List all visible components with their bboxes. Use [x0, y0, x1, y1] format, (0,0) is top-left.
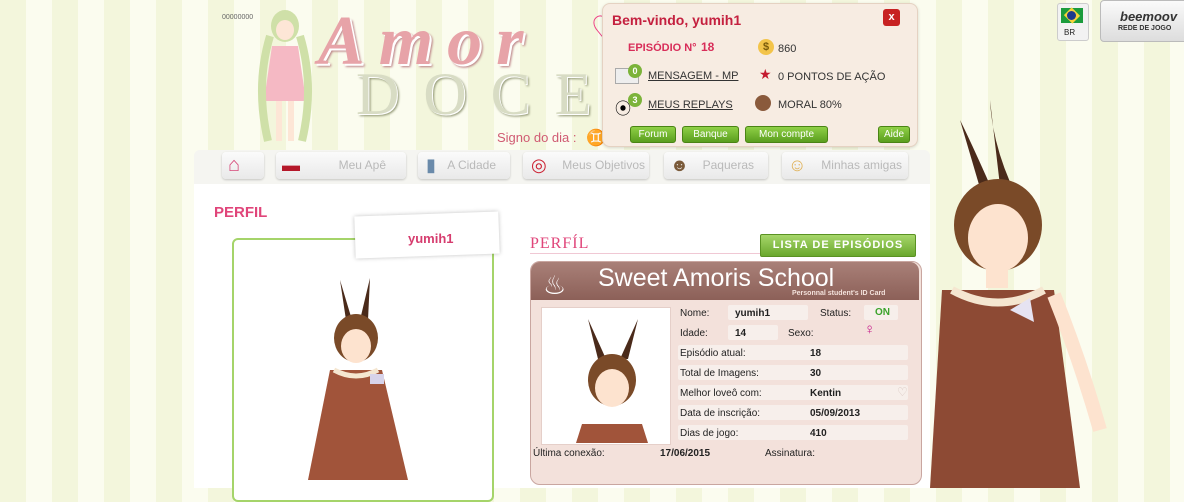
signup-label: Data de inscrição: — [680, 408, 761, 419]
images-label: Total de Imagens: — [680, 368, 759, 379]
sofa-icon: ▬ — [282, 155, 300, 175]
days-value: 410 — [810, 428, 827, 439]
beemoov-logo: beemoov — [1120, 9, 1178, 24]
status-value: ON — [875, 307, 890, 318]
logo-doce[interactable]: DOCE — [356, 60, 615, 129]
section-title: PERFÍL — [530, 235, 590, 252]
love-value: Kentin — [810, 388, 842, 399]
signature-label: Assinatura: — [765, 448, 816, 459]
username-label: yumih1 — [408, 231, 454, 246]
female-icon: ♀ — [864, 321, 876, 338]
page-title: PERFIL — [214, 204, 268, 221]
close-button[interactable]: x — [883, 9, 900, 26]
nav-tab-label: A Cidade — [447, 158, 496, 172]
messages-badge: 0 — [628, 64, 642, 78]
nav-tab-objectives[interactable]: ◎ Meus Objetivos — [523, 152, 649, 179]
cupcake-icon: ♨ — [543, 270, 567, 300]
nav-tab-crushes[interactable]: ☻ Paqueras — [664, 152, 768, 179]
days-label: Dias de jogo: — [680, 428, 739, 439]
signo-label: Signo do dia : — [497, 130, 577, 145]
header-small-text: 00000000 — [222, 14, 254, 21]
nav-tab-apartment[interactable]: ▬ Meu Apê — [276, 152, 406, 179]
account-button[interactable]: Mon compte — [745, 126, 828, 143]
name-label: Nome: — [680, 308, 710, 319]
episode-field-value: 18 — [810, 348, 822, 359]
moral-face-icon — [755, 95, 771, 111]
last-connection-value: 17/06/2015 — [660, 448, 711, 459]
replays-link[interactable]: MEUS REPLAYS — [648, 99, 733, 111]
episode-field-label: Episódio atual: — [680, 348, 746, 359]
nav-tab-label: Minhas amigas — [821, 158, 902, 172]
id-photo-illustration — [576, 319, 648, 443]
avatar-illustration — [308, 278, 408, 480]
beemoov-subtitle: REDE DE JOGO — [1118, 25, 1172, 32]
sex-label: Sexo: — [788, 328, 814, 339]
language-label: BR — [1064, 28, 1076, 37]
forum-button[interactable]: Forum — [630, 126, 676, 143]
house-icon: ⌂ — [228, 154, 241, 176]
moral-value: MORAL 80% — [778, 99, 842, 111]
flag-circle — [1067, 11, 1076, 20]
target-icon: ◎ — [531, 155, 547, 175]
bank-button[interactable]: Banque — [682, 126, 739, 143]
nav-tab-city[interactable]: ▮ A Cidade — [418, 152, 510, 179]
signup-value: 05/09/2013 — [810, 408, 861, 419]
status-label: Status: — [820, 308, 852, 319]
id-card-subtitle: Personnal student's ID Card — [792, 290, 886, 297]
nav-tab-label: Meu Apê — [338, 158, 386, 172]
dollar-icon: $ — [758, 39, 774, 55]
id-card-title: Sweet Amoris School — [598, 264, 835, 292]
welcome-text: Bem-vindo, yumih1 — [612, 12, 742, 28]
girl-face-icon: ☺ — [788, 155, 807, 175]
episodes-list-button[interactable]: LISTA DE EPISÓDIOS — [760, 234, 916, 257]
images-value: 30 — [810, 368, 822, 379]
money-value: 860 — [778, 43, 797, 55]
age-value: 14 — [735, 328, 747, 339]
love-label: Melhor loveô com: — [680, 388, 762, 399]
nav-tab-label: Meus Objetivos — [562, 158, 645, 172]
episode-number: 18 — [701, 40, 715, 54]
age-label: Idade: — [680, 328, 708, 339]
nav-tab-label: Paqueras — [702, 158, 754, 172]
medal-icon: ★ — [759, 66, 772, 82]
episode-label: EPISÓDIO N° — [628, 42, 697, 54]
heart-outline-icon: ♡ — [897, 385, 908, 399]
logo-chibi-illustration — [257, 10, 313, 142]
replays-badge: 3 — [628, 93, 642, 107]
last-connection-label: Última conexão: — [533, 448, 605, 459]
messages-link[interactable]: MENSAGEM - MP — [648, 70, 738, 82]
nav-tab-friends[interactable]: ☺ Minhas amigas — [782, 152, 908, 179]
name-value: yumih1 — [735, 308, 771, 319]
help-button[interactable]: Aide — [878, 126, 910, 143]
boy-face-icon: ☻ — [670, 155, 689, 175]
home-tab[interactable]: ⌂ — [222, 152, 264, 179]
character-illustration — [930, 100, 1107, 488]
action-points: 0 PONTOS DE AÇÃO — [778, 71, 886, 83]
building-icon: ▮ — [426, 155, 436, 175]
